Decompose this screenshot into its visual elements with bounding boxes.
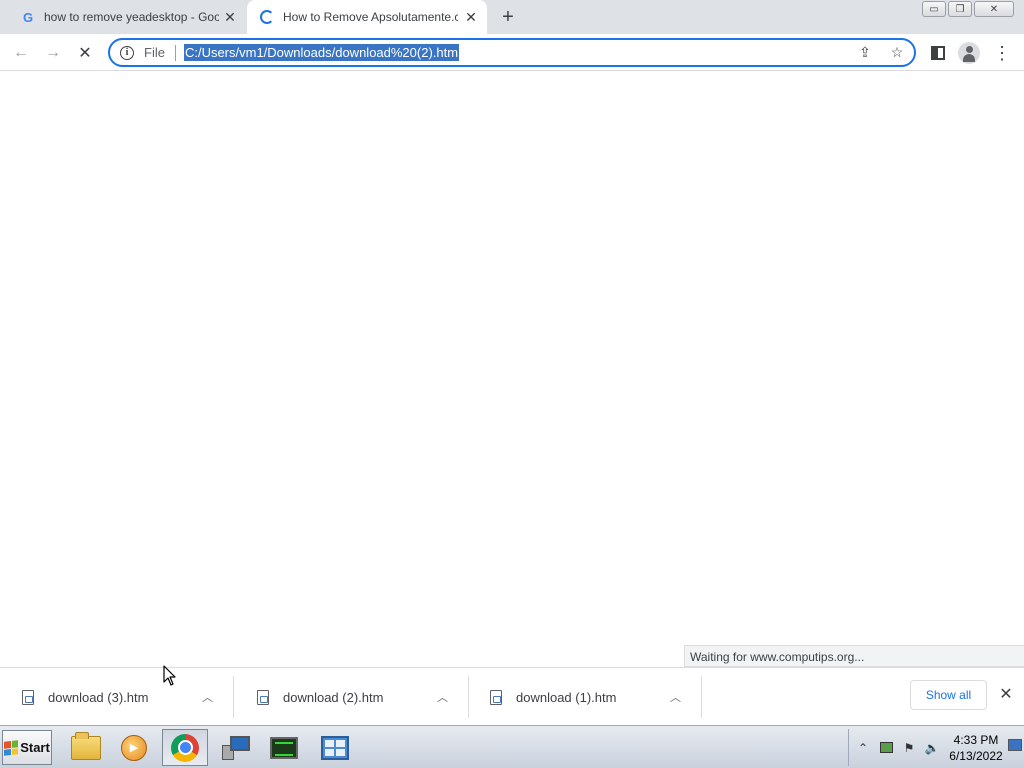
omnibox-actions: ⇪ ☆ — [856, 44, 906, 61]
download-filename: download (3).htm — [48, 689, 149, 705]
clock-time: 4:33 PM — [953, 732, 999, 747]
file-icon — [22, 689, 34, 705]
url-scheme-label: File — [144, 45, 165, 60]
tab-strip: G how to remove yeadesktop - Goo ✕ How t… — [0, 0, 1024, 34]
chevron-up-icon[interactable]: ︿ — [202, 689, 213, 705]
new-tab-button[interactable]: + — [498, 7, 518, 27]
show-desktop-icon[interactable] — [1008, 739, 1022, 751]
file-explorer-icon[interactable] — [63, 729, 109, 766]
side-panel-icon[interactable] — [927, 42, 949, 64]
network-connections-icon[interactable] — [213, 729, 259, 766]
start-button[interactable]: Start — [2, 730, 52, 765]
clock-date: 6/13/2022 — [949, 748, 1003, 763]
tab-active-page[interactable]: How to Remove Apsolutamente.com ✕ — [247, 0, 487, 34]
chrome-icon[interactable] — [162, 729, 208, 766]
stop-loading-icon[interactable]: ✕ — [72, 40, 98, 66]
taskbar: Start ▶ ⌃ ⚑ 🔈 4:33 PM 6/13/2022 — [0, 725, 1024, 768]
google-g-glyph: G — [22, 9, 34, 25]
forward-arrow-icon[interactable]: → — [40, 40, 66, 66]
share-icon[interactable]: ⇪ — [856, 44, 874, 61]
download-filename: download (2).htm — [283, 689, 384, 705]
show-hidden-icons-icon[interactable]: ⌃ — [854, 739, 872, 757]
bookmark-star-icon[interactable]: ☆ — [888, 44, 906, 61]
window-controls: ▭ ❐ ✕ — [922, 1, 1014, 17]
network-icon[interactable] — [877, 739, 895, 757]
clock[interactable]: 4:33 PM 6/13/2022 — [947, 732, 1005, 764]
window-close-button[interactable]: ✕ — [974, 1, 1014, 17]
address-bar[interactable]: i File C:/Users/vm1/Downloads/download%2… — [108, 38, 916, 67]
loading-spinner-icon — [259, 9, 275, 25]
profile-avatar-icon[interactable] — [958, 42, 980, 64]
start-label: Start — [20, 740, 50, 755]
minimize-button[interactable]: ▭ — [922, 1, 946, 17]
download-item[interactable]: download (2).htm ︿ — [235, 676, 469, 718]
download-filename: download (1).htm — [516, 689, 617, 705]
control-panel-icon[interactable] — [312, 729, 358, 766]
tab-google-search[interactable]: G how to remove yeadesktop - Goo ✕ — [8, 0, 246, 34]
close-shelf-icon[interactable]: ✕ — [996, 685, 1016, 705]
chevron-up-icon[interactable]: ︿ — [437, 689, 448, 705]
tab-close-icon[interactable]: ✕ — [222, 9, 238, 25]
windows-logo-icon — [4, 739, 19, 756]
system-tray: ⌃ ⚑ 🔈 4:33 PM 6/13/2022 — [848, 729, 1024, 766]
media-player-icon[interactable]: ▶ — [111, 729, 157, 766]
download-shelf: download (3).htm ︿ download (2).htm ︿ do… — [0, 667, 1024, 725]
google-g-icon: G — [20, 9, 36, 25]
volume-icon[interactable]: 🔈 — [923, 739, 941, 757]
tab-close-icon[interactable]: ✕ — [463, 9, 479, 25]
action-center-flag-icon[interactable]: ⚑ — [900, 739, 918, 757]
show-all-downloads-button[interactable]: Show all — [910, 680, 987, 710]
kebab-menu-icon[interactable]: ⋮ — [991, 42, 1013, 64]
omnibox-divider — [174, 44, 176, 61]
download-item[interactable]: download (3).htm ︿ — [0, 676, 234, 718]
chevron-up-icon[interactable]: ︿ — [670, 689, 681, 705]
download-item[interactable]: download (1).htm ︿ — [468, 676, 702, 718]
browser-toolbar: ← → ✕ i File C:/Users/vm1/Downloads/down… — [0, 34, 1024, 71]
tab-title: how to remove yeadesktop - Goo — [44, 10, 219, 24]
page-viewport[interactable] — [0, 71, 1024, 667]
tab-title: How to Remove Apsolutamente.com — [283, 10, 458, 24]
url-text[interactable]: C:/Users/vm1/Downloads/download%20(2).ht… — [183, 44, 460, 61]
file-icon — [490, 689, 502, 705]
back-arrow-icon[interactable]: ← — [8, 40, 34, 66]
restore-button[interactable]: ❐ — [948, 1, 972, 17]
site-info-icon[interactable]: i — [120, 45, 134, 60]
task-manager-icon[interactable] — [261, 729, 307, 766]
file-icon — [257, 689, 269, 705]
status-bubble: Waiting for www.computips.org... — [684, 645, 1024, 667]
mouse-pointer-icon — [163, 665, 176, 686]
